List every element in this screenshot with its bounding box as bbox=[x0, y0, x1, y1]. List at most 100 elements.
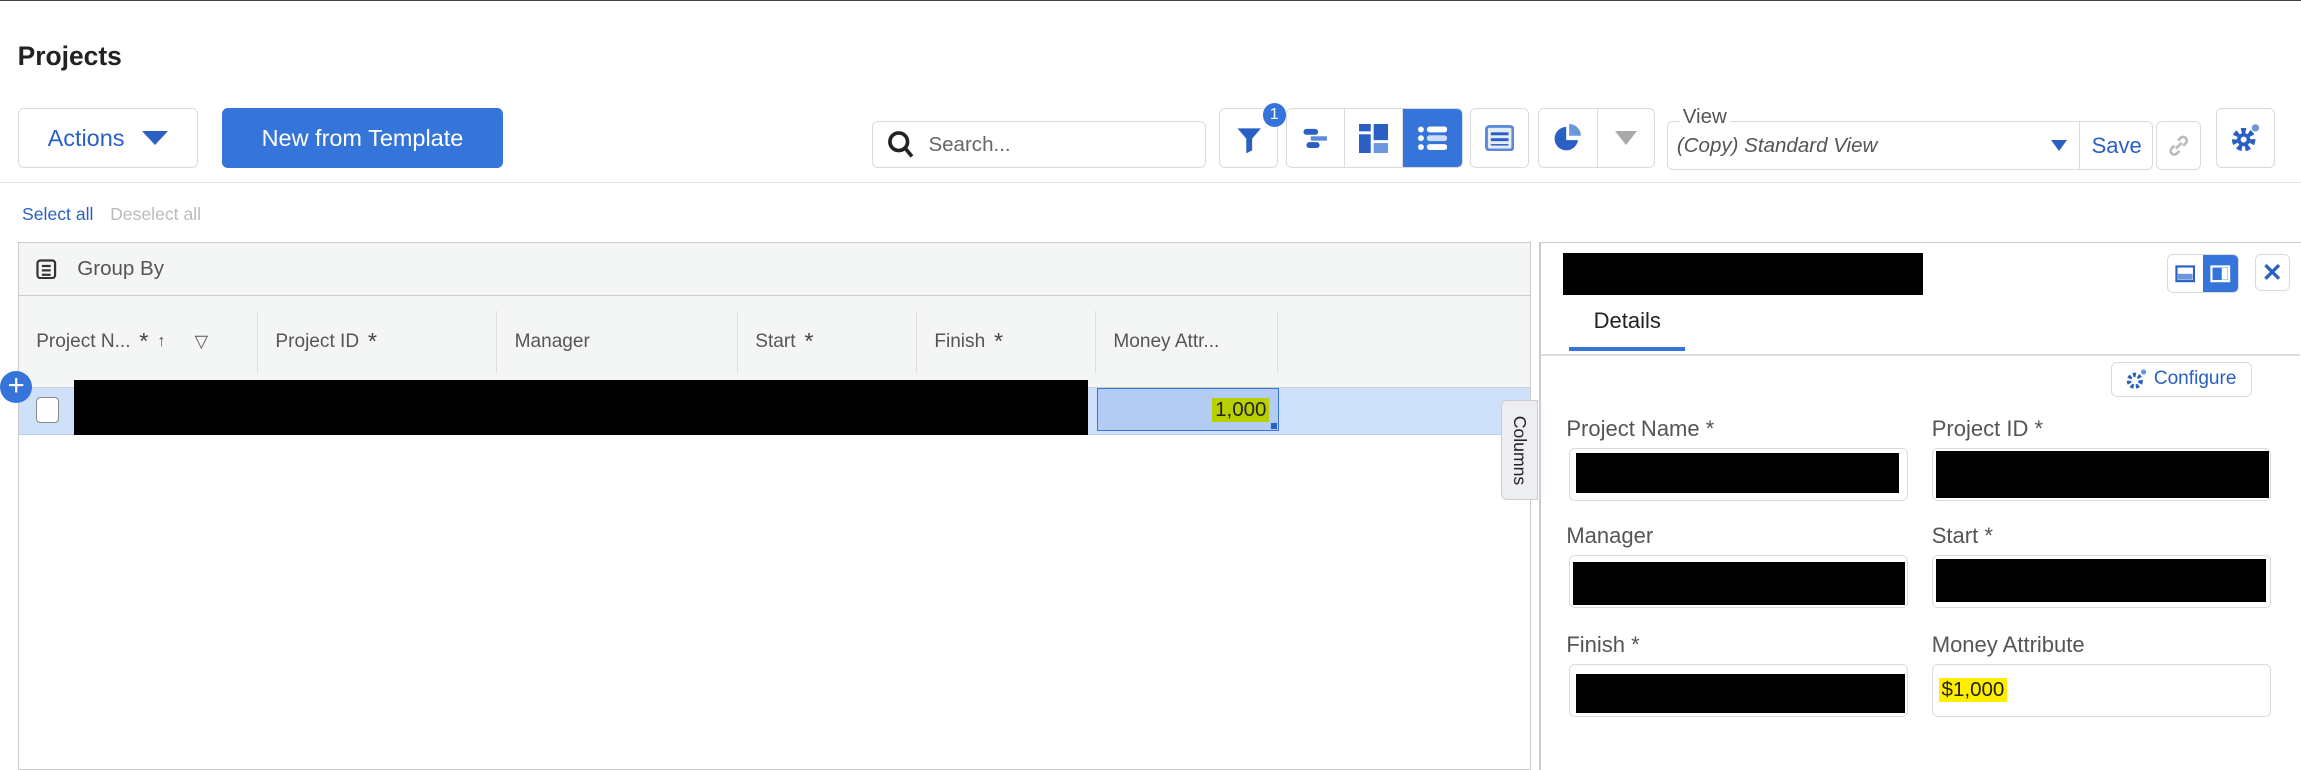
start-label: Start * bbox=[1931, 522, 1993, 548]
redacted-value bbox=[1935, 559, 2266, 602]
link-button[interactable] bbox=[2155, 121, 2202, 170]
close-icon: ✕ bbox=[2261, 258, 2283, 287]
money-attribute-value: $1,000 bbox=[1938, 678, 2008, 703]
view-select[interactable]: View (Copy) Standard View Save bbox=[1667, 104, 2153, 170]
search-input[interactable]: Search... bbox=[871, 121, 1207, 169]
gear-icon bbox=[2232, 124, 2260, 152]
view-value: (Copy) Standard View bbox=[1676, 133, 1878, 157]
column-header-finish[interactable]: Finish * bbox=[917, 311, 1096, 373]
tab-label: Details bbox=[1593, 308, 1661, 334]
caret-down-icon bbox=[2051, 140, 2068, 152]
column-label: Project ID bbox=[275, 330, 360, 352]
column-filter-icon[interactable]: ▽ bbox=[195, 331, 209, 352]
money-attribute-label: Money Attribute bbox=[1931, 631, 2085, 657]
start-field[interactable] bbox=[1931, 555, 2271, 609]
project-name-label: Project Name * bbox=[1566, 415, 1715, 441]
gantt-view-button[interactable] bbox=[1287, 109, 1345, 168]
grid: Group By Project N... * ↑ ▽ Project ID * Man… bbox=[17, 241, 1531, 770]
right-layout-button[interactable] bbox=[2202, 255, 2238, 293]
redacted-value bbox=[1576, 453, 1899, 494]
row-checkbox[interactable] bbox=[36, 397, 59, 423]
board-view-button[interactable] bbox=[1345, 109, 1404, 168]
column-label: Finish bbox=[934, 330, 986, 352]
redacted-value bbox=[1573, 562, 1905, 605]
redacted-record-title bbox=[1563, 252, 1923, 296]
column-label: Start bbox=[755, 330, 796, 352]
finish-field[interactable] bbox=[1569, 663, 1909, 717]
chart-group bbox=[1537, 108, 1656, 169]
sort-asc-icon: ↑ bbox=[157, 332, 166, 351]
filter-badge: 1 bbox=[1262, 103, 1286, 127]
card-icon bbox=[1485, 125, 1515, 152]
caret-down-icon bbox=[142, 131, 169, 145]
gantt-icon bbox=[1303, 129, 1327, 149]
money-value: 1,000 bbox=[1212, 397, 1270, 422]
fill-handle[interactable] bbox=[1270, 422, 1277, 429]
layout-toggle-group bbox=[2166, 254, 2239, 294]
panel-right-icon bbox=[2210, 265, 2231, 283]
group-by-label: Group By bbox=[77, 257, 165, 281]
panel-bottom-icon bbox=[2175, 265, 2196, 283]
required-mark: * bbox=[139, 328, 149, 355]
money-cell[interactable]: 1,000 bbox=[1097, 388, 1280, 432]
chart-dropdown-button[interactable] bbox=[1598, 131, 1654, 145]
table-row[interactable]: 1,000 bbox=[18, 379, 1530, 436]
required-mark: * bbox=[804, 328, 814, 355]
project-id-label: Project ID * bbox=[1931, 415, 2044, 441]
column-label: Money Attr... bbox=[1113, 330, 1220, 352]
filter-icon bbox=[1237, 127, 1261, 153]
list-view-button[interactable] bbox=[1403, 109, 1463, 168]
settings-button[interactable] bbox=[2215, 108, 2275, 169]
page-title: Projects bbox=[17, 40, 122, 71]
manager-field[interactable] bbox=[1569, 555, 1909, 609]
column-label: Manager bbox=[514, 330, 590, 352]
search-placeholder: Search... bbox=[928, 132, 1011, 156]
columns-tab-label: Columns bbox=[1510, 415, 1531, 485]
project-name-field[interactable] bbox=[1569, 448, 1909, 501]
redacted-row-values bbox=[74, 379, 1089, 436]
required-mark: * bbox=[993, 328, 1004, 355]
select-all-link[interactable]: Select all bbox=[22, 204, 93, 225]
column-header-manager[interactable]: Manager bbox=[497, 311, 738, 373]
redacted-value bbox=[1576, 673, 1905, 714]
view-mode-group bbox=[1285, 108, 1464, 169]
save-view-button[interactable]: Save bbox=[2078, 122, 2153, 169]
close-panel-button[interactable]: ✕ bbox=[2254, 254, 2290, 292]
deselect-all-link[interactable]: Deselect all bbox=[110, 204, 201, 225]
column-header-money[interactable]: Money Attr... bbox=[1096, 311, 1278, 373]
project-id-field[interactable] bbox=[1931, 448, 2271, 501]
board-icon bbox=[1358, 123, 1389, 153]
actions-label: Actions bbox=[47, 124, 125, 151]
link-icon bbox=[2169, 135, 2188, 156]
tabs-divider bbox=[1541, 354, 2301, 356]
actions-button[interactable]: Actions bbox=[17, 108, 199, 169]
pie-chart-icon bbox=[1554, 123, 1582, 150]
redacted-value bbox=[1935, 450, 2269, 498]
toolbar-divider bbox=[0, 181, 2301, 183]
gear-icon bbox=[2126, 369, 2147, 389]
column-header-start[interactable]: Start * bbox=[738, 311, 917, 373]
card-view-button[interactable] bbox=[1470, 108, 1530, 169]
chart-view-button[interactable] bbox=[1539, 109, 1598, 168]
new-from-template-button[interactable]: New from Template bbox=[221, 108, 504, 169]
group-by-bar[interactable]: Group By bbox=[18, 242, 1530, 297]
list-icon bbox=[1418, 126, 1448, 150]
manager-label: Manager bbox=[1566, 522, 1654, 548]
details-panel: ✕ Details Configure Project Name * Proje… bbox=[1539, 241, 2301, 770]
money-attribute-field[interactable]: $1,000 bbox=[1931, 663, 2271, 717]
column-header-project-name[interactable]: Project N... * ↑ ▽ bbox=[19, 311, 258, 373]
column-header-project-id[interactable]: Project ID * bbox=[258, 311, 497, 373]
bottom-layout-button[interactable] bbox=[2168, 255, 2203, 292]
view-label: View bbox=[1679, 104, 1730, 129]
columns-side-tab[interactable]: Columns bbox=[1501, 400, 1538, 500]
filter-button[interactable]: 1 bbox=[1219, 103, 1286, 169]
tab-details[interactable]: Details bbox=[1569, 295, 1686, 352]
finish-label: Finish * bbox=[1566, 631, 1640, 657]
column-label: Project N... bbox=[36, 330, 131, 352]
group-by-icon bbox=[36, 259, 57, 279]
configure-button[interactable]: Configure bbox=[2110, 361, 2252, 397]
caret-down-icon bbox=[1615, 131, 1638, 145]
required-mark: * bbox=[367, 328, 378, 355]
configure-label: Configure bbox=[2153, 368, 2237, 390]
column-header: Project N... * ↑ ▽ Project ID * Manager Star… bbox=[18, 296, 1530, 389]
